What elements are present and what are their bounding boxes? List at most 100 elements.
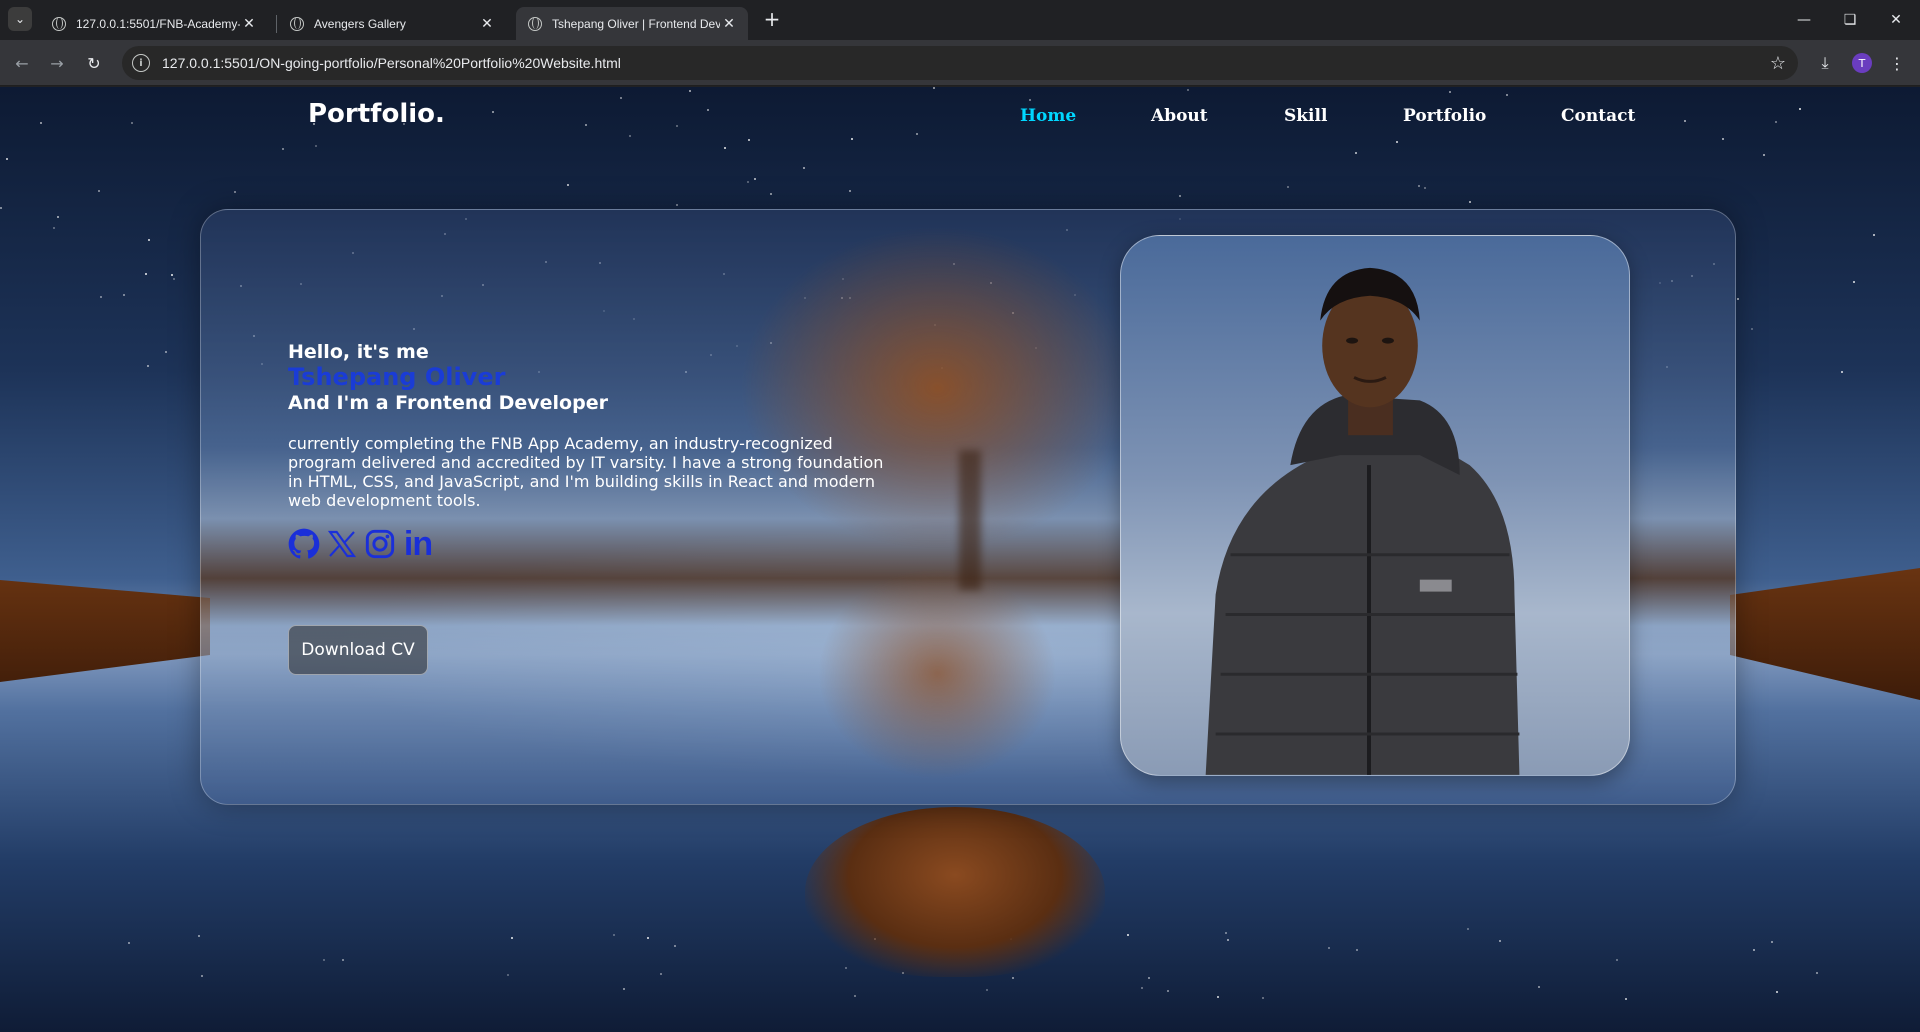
close-icon[interactable]: ✕ — [720, 15, 738, 32]
star-dot — [1799, 108, 1802, 111]
person-image — [1205, 267, 1520, 775]
star-dot — [1468, 201, 1471, 204]
forward-arrow-icon[interactable]: → — [43, 49, 71, 77]
address-bar[interactable]: i 127.0.0.1:5501/ON-going-portfolio/Pers… — [122, 46, 1798, 80]
star-dot — [803, 167, 806, 169]
url-text[interactable]: 127.0.0.1:5501/ON-going-portfolio/Person… — [162, 55, 1770, 71]
tab-title: 127.0.0.1:5501/FNB-Academy-A — [76, 16, 240, 31]
globe-icon — [528, 16, 542, 31]
site-info-icon[interactable]: i — [132, 54, 150, 72]
nav-skill[interactable]: Skill — [1284, 106, 1327, 126]
star-dot — [1615, 959, 1618, 962]
star-dot — [584, 124, 587, 127]
star-dot — [146, 365, 149, 368]
star-dot — [99, 295, 102, 298]
star-dot — [1178, 195, 1181, 198]
tab-fnb-academy[interactable]: 127.0.0.1:5501/FNB-Academy-A ✕ — [40, 7, 268, 40]
star-dot — [1187, 88, 1190, 91]
star-dot — [1774, 120, 1777, 123]
star-dot — [622, 988, 625, 991]
download-icon[interactable]: ⤓ — [1814, 52, 1836, 74]
star-dot — [770, 193, 773, 196]
tab-divider — [276, 15, 277, 33]
x-icon[interactable] — [326, 527, 358, 561]
star-dot — [660, 972, 663, 975]
hero-greeting: Hello, it's me — [288, 341, 429, 363]
star-dot — [506, 974, 509, 977]
star-dot — [1775, 991, 1778, 994]
site-logo[interactable]: Portfolio. — [308, 99, 445, 129]
star-dot — [1417, 185, 1420, 188]
new-tab-button[interactable]: + — [758, 8, 786, 32]
star-dot — [851, 138, 854, 141]
star-dot — [747, 181, 750, 184]
star-dot — [1262, 996, 1265, 999]
browser-tab-bar: ⌄ 127.0.0.1:5501/FNB-Academy-A ✕ Avenger… — [0, 0, 1920, 40]
star-dot — [172, 277, 175, 280]
star-dot — [511, 937, 514, 940]
star-dot — [1167, 989, 1170, 992]
social-links: in — [288, 527, 434, 561]
star-dot — [1872, 233, 1875, 236]
nav-home[interactable]: Home — [1020, 106, 1076, 126]
nav-about[interactable]: About — [1151, 106, 1208, 126]
instagram-icon[interactable] — [364, 527, 396, 561]
star-dot — [1537, 986, 1540, 989]
more-menu-icon[interactable]: ⋮ — [1886, 52, 1908, 74]
star-dot — [97, 190, 100, 193]
star-dot — [1752, 948, 1755, 951]
star-dot — [853, 995, 856, 998]
star-dot — [1127, 933, 1130, 936]
star-dot — [933, 87, 936, 90]
star-dot — [315, 144, 318, 147]
star-dot — [1216, 996, 1219, 999]
nav-portfolio[interactable]: Portfolio — [1403, 106, 1486, 126]
close-icon[interactable]: ✕ — [240, 15, 258, 32]
star-dot — [675, 124, 678, 127]
star-dot — [165, 350, 168, 353]
star-dot — [491, 111, 494, 113]
tab-portfolio[interactable]: Tshepang Oliver | Frontend Dev ✕ — [516, 7, 748, 40]
nav-contact[interactable]: Contact — [1561, 106, 1635, 126]
bookmark-star-icon[interactable]: ☆ — [1770, 53, 1786, 74]
star-dot — [723, 146, 726, 149]
background-tree-trunk — [959, 450, 981, 590]
star-dot — [613, 934, 616, 937]
star-dot — [1148, 977, 1151, 980]
star-dot — [1499, 940, 1502, 943]
browser-toolbar: ← → ↻ i 127.0.0.1:5501/ON-going-portfoli… — [0, 40, 1920, 86]
star-dot — [1327, 947, 1330, 950]
github-icon[interactable] — [288, 527, 320, 561]
star-dot — [233, 190, 236, 193]
star-dot — [1816, 972, 1819, 975]
star-dot — [131, 122, 133, 125]
tab-search-button[interactable]: ⌄ — [8, 7, 32, 31]
restore-button[interactable]: ❏ — [1827, 0, 1873, 40]
star-dot — [1141, 986, 1144, 989]
star-dot — [197, 934, 200, 937]
reload-icon[interactable]: ↻ — [80, 49, 108, 77]
star-dot — [127, 941, 130, 944]
star-dot — [147, 239, 150, 242]
globe-icon — [52, 16, 66, 31]
star-dot — [1423, 187, 1426, 190]
tab-avengers-gallery[interactable]: Avengers Gallery ✕ — [278, 7, 506, 40]
star-dot — [707, 108, 710, 111]
minimize-button[interactable]: — — [1781, 0, 1827, 40]
star-dot — [56, 215, 59, 218]
back-arrow-icon[interactable]: ← — [8, 49, 36, 77]
profile-avatar[interactable]: T — [1852, 53, 1872, 73]
star-dot — [1625, 997, 1628, 1000]
download-cv-button[interactable]: Download CV — [288, 625, 428, 675]
star-dot — [144, 273, 147, 276]
star-dot — [1011, 976, 1014, 979]
close-icon[interactable]: ✕ — [478, 15, 496, 32]
globe-icon — [290, 16, 304, 31]
star-dot — [1354, 152, 1357, 155]
hero-name: Tshepang Oliver — [288, 363, 506, 391]
star-dot — [689, 89, 692, 92]
star-dot — [1449, 90, 1452, 93]
linkedin-icon[interactable]: in — [402, 527, 434, 561]
close-window-button[interactable]: ✕ — [1873, 0, 1919, 40]
star-dot — [281, 147, 284, 150]
